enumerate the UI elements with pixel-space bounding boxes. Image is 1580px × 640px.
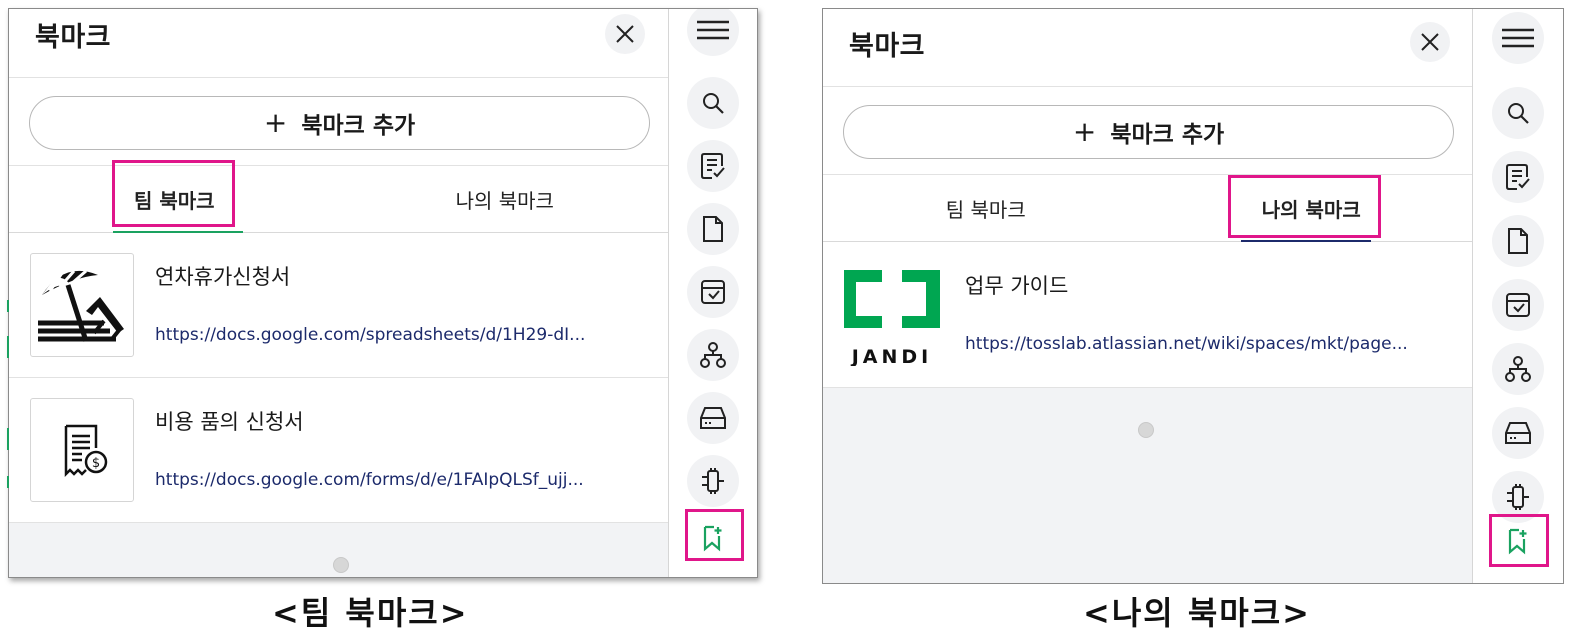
rail-menu-button[interactable] bbox=[1492, 12, 1544, 64]
tab-team-bookmarks[interactable]: 팀 북마크 bbox=[823, 175, 1149, 241]
scroll-indicator bbox=[1138, 422, 1154, 438]
scroll-indicator bbox=[333, 557, 349, 573]
checklist-icon bbox=[701, 153, 725, 179]
drive-icon bbox=[700, 407, 726, 429]
add-bookmark-area: + 북마크 추가 bbox=[9, 78, 670, 166]
list-item[interactable]: $ 비용 품의 신청서 https://docs.google.com/form… bbox=[9, 378, 670, 523]
rail-file-button[interactable] bbox=[687, 203, 739, 255]
close-icon bbox=[1421, 33, 1439, 51]
add-bookmark-label: 북마크 추가 bbox=[1110, 122, 1225, 148]
caption-team-bookmarks: <팀 북마크> bbox=[272, 594, 469, 632]
rail-drive-button[interactable] bbox=[687, 392, 739, 444]
rail-search-button[interactable] bbox=[687, 77, 739, 129]
rail-todo-button[interactable] bbox=[1492, 151, 1544, 203]
rail-drive-button[interactable] bbox=[1492, 407, 1544, 459]
plus-icon: + bbox=[1072, 115, 1097, 148]
archive-icon bbox=[701, 280, 725, 304]
add-bookmark-button[interactable]: + 북마크 추가 bbox=[843, 105, 1454, 159]
list-empty-area bbox=[9, 523, 670, 577]
receipt-dollar-icon: $ bbox=[64, 424, 108, 478]
add-bookmark-label: 북마크 추가 bbox=[301, 113, 416, 139]
connect-plug-icon bbox=[702, 468, 724, 494]
tab-my-bookmarks[interactable]: 나의 북마크 bbox=[340, 166, 671, 232]
bookmark-url[interactable]: https://docs.google.com/spreadsheets/d/1… bbox=[155, 325, 605, 345]
bookmark-url[interactable]: https://docs.google.com/forms/d/e/1FAIpQ… bbox=[155, 470, 605, 490]
close-icon bbox=[616, 25, 634, 43]
search-icon bbox=[703, 93, 724, 114]
screenshot-team-bookmarks: 북마크 + 북마크 추가 팀 북마크 나의 북마크 연차휴가신청서 https:… bbox=[8, 8, 758, 578]
rail-file-button[interactable] bbox=[1492, 215, 1544, 267]
jandi-logo-text: JANDI bbox=[851, 346, 933, 366]
rail-org-button[interactable] bbox=[1492, 343, 1544, 395]
list-empty-area bbox=[823, 388, 1474, 583]
rail-search-button[interactable] bbox=[1492, 87, 1544, 139]
checklist-icon bbox=[1506, 164, 1530, 190]
bookmark-url[interactable]: https://tosslab.atlassian.net/wiki/space… bbox=[965, 334, 1425, 354]
bookmark-tabs: 팀 북마크 나의 북마크 bbox=[9, 160, 671, 234]
bookmark-panel: 북마크 + 북마크 추가 팀 북마크 나의 북마크 bbox=[9, 9, 670, 577]
highlight-box bbox=[112, 160, 235, 227]
org-chart-icon bbox=[700, 342, 726, 368]
rail-org-button[interactable] bbox=[687, 329, 739, 381]
bookmark-panel: 북마크 + 북마크 추가 팀 북마크 나의 북마크 bbox=[823, 9, 1474, 583]
right-icon-rail bbox=[1472, 9, 1563, 583]
menu-icon bbox=[697, 20, 729, 40]
menu-icon bbox=[1502, 28, 1534, 48]
file-icon bbox=[703, 216, 723, 242]
screenshot-my-bookmarks: 북마크 + 북마크 추가 팀 북마크 나의 북마크 JANDI 업무 가이드 h… bbox=[822, 8, 1564, 584]
tab-label: 나의 북마크 bbox=[455, 188, 554, 213]
rail-menu-button[interactable] bbox=[687, 9, 739, 56]
search-icon bbox=[1508, 103, 1529, 124]
bookmark-tabs: 팀 북마크 나의 북마크 bbox=[823, 175, 1474, 243]
caption-my-bookmarks: <나의 북마크> bbox=[1083, 594, 1311, 632]
add-bookmark-area: + 북마크 추가 bbox=[823, 87, 1474, 175]
panel-header: 북마크 bbox=[9, 9, 670, 78]
list-item[interactable]: JANDI 업무 가이드 https://tosslab.atlassian.n… bbox=[823, 242, 1474, 388]
item-thumbnail: $ bbox=[30, 398, 134, 502]
rail-archive-button[interactable] bbox=[687, 266, 739, 318]
org-chart-icon bbox=[1505, 356, 1531, 382]
tab-label: 팀 북마크 bbox=[945, 197, 1026, 222]
highlight-box bbox=[685, 509, 744, 561]
close-button[interactable] bbox=[1410, 22, 1450, 62]
plus-icon: + bbox=[263, 106, 288, 139]
right-icon-rail bbox=[668, 9, 757, 577]
file-icon bbox=[1508, 228, 1528, 254]
beach-umbrella-icon bbox=[38, 269, 124, 342]
connect-plug-icon bbox=[1507, 484, 1529, 510]
panel-title: 북마크 bbox=[35, 22, 112, 53]
panel-header: 북마크 bbox=[823, 9, 1474, 87]
add-bookmark-button[interactable]: + 북마크 추가 bbox=[29, 96, 650, 150]
svg-text:$: $ bbox=[92, 456, 100, 471]
archive-icon bbox=[1506, 293, 1530, 317]
rail-todo-button[interactable] bbox=[687, 140, 739, 192]
list-item[interactable]: 연차휴가신청서 https://docs.google.com/spreadsh… bbox=[9, 233, 670, 378]
rail-archive-button[interactable] bbox=[1492, 279, 1544, 331]
edge-artifact bbox=[6, 300, 10, 500]
highlight-box bbox=[1228, 175, 1381, 238]
close-button[interactable] bbox=[605, 14, 645, 54]
drive-icon bbox=[1505, 422, 1531, 444]
rail-connect-button[interactable] bbox=[687, 455, 739, 507]
item-thumbnail: JANDI bbox=[840, 262, 944, 366]
highlight-box bbox=[1489, 514, 1549, 567]
panel-title: 북마크 bbox=[849, 31, 926, 62]
bookmark-title: 비용 품의 신청서 bbox=[155, 410, 304, 434]
item-thumbnail bbox=[30, 253, 134, 357]
bookmark-title: 연차휴가신청서 bbox=[155, 265, 291, 289]
bookmark-title: 업무 가이드 bbox=[965, 274, 1069, 298]
